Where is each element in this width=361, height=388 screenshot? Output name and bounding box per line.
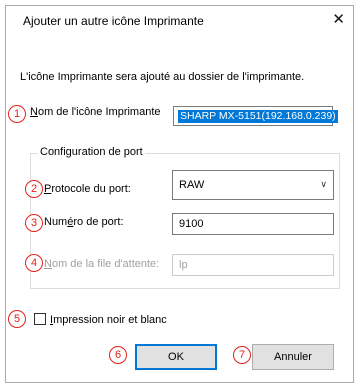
queue-name-input[interactable]: lp — [172, 254, 334, 276]
marker-5: 5 — [8, 310, 26, 328]
black-white-label-text: mpression noir et blanc — [53, 314, 167, 326]
printer-name-label-text: om de l'icône Imprimante — [37, 106, 161, 118]
chevron-down-icon[interactable]: ∨ — [320, 179, 327, 190]
port-number-value: 9100 — [179, 218, 204, 230]
printer-name-value: SHARP MX-5151(192.168.0.239) — [178, 110, 338, 123]
marker-1: 1 — [8, 105, 26, 123]
title-bar[interactable]: Ajouter un autre icône Imprimante ✕ — [6, 6, 353, 34]
queue-name-label-mnemonic: N — [44, 258, 52, 270]
protocol-value: RAW — [179, 179, 205, 191]
marker-3: 3 — [25, 214, 43, 232]
port-number-input[interactable]: 9100 — [172, 213, 334, 235]
printer-name-input[interactable]: SHARP MX-5151(192.168.0.239) — [173, 106, 338, 126]
cancel-button[interactable]: Annuler — [252, 344, 334, 370]
protocol-label-text: rotocole du port: — [51, 183, 131, 195]
printer-name-label: Nom de l'icône Imprimante — [30, 106, 161, 118]
window-title: Ajouter un autre icône Imprimante — [23, 14, 204, 28]
marker-6: 6 — [109, 346, 127, 364]
port-number-label: Numéro de port: — [44, 216, 124, 228]
close-icon[interactable]: ✕ — [332, 10, 345, 28]
black-white-checkbox[interactable] — [34, 313, 46, 325]
printer-name-label-mnemonic: N — [30, 106, 38, 118]
queue-name-label: Nom de la file d'attente: — [44, 258, 159, 270]
black-white-label[interactable]: Impression noir et blanc — [50, 314, 167, 326]
marker-2: 2 — [25, 180, 43, 198]
protocol-select[interactable]: RAW ∨ — [172, 170, 334, 200]
queue-name-label-text: om de la file d'attente: — [51, 258, 160, 270]
marker-4: 4 — [25, 254, 43, 272]
port-number-label-pre: Num — [44, 216, 68, 228]
port-number-label-text: ro de port: — [73, 216, 124, 228]
queue-name-value: lp — [179, 259, 188, 271]
ok-button[interactable]: OK — [135, 344, 217, 370]
port-config-title: Configuration de port — [38, 146, 145, 158]
marker-7: 7 — [233, 346, 251, 364]
description-text: L'icône Imprimante sera ajouté au dossie… — [20, 71, 305, 83]
protocol-label: Protocole du port: — [44, 183, 131, 195]
